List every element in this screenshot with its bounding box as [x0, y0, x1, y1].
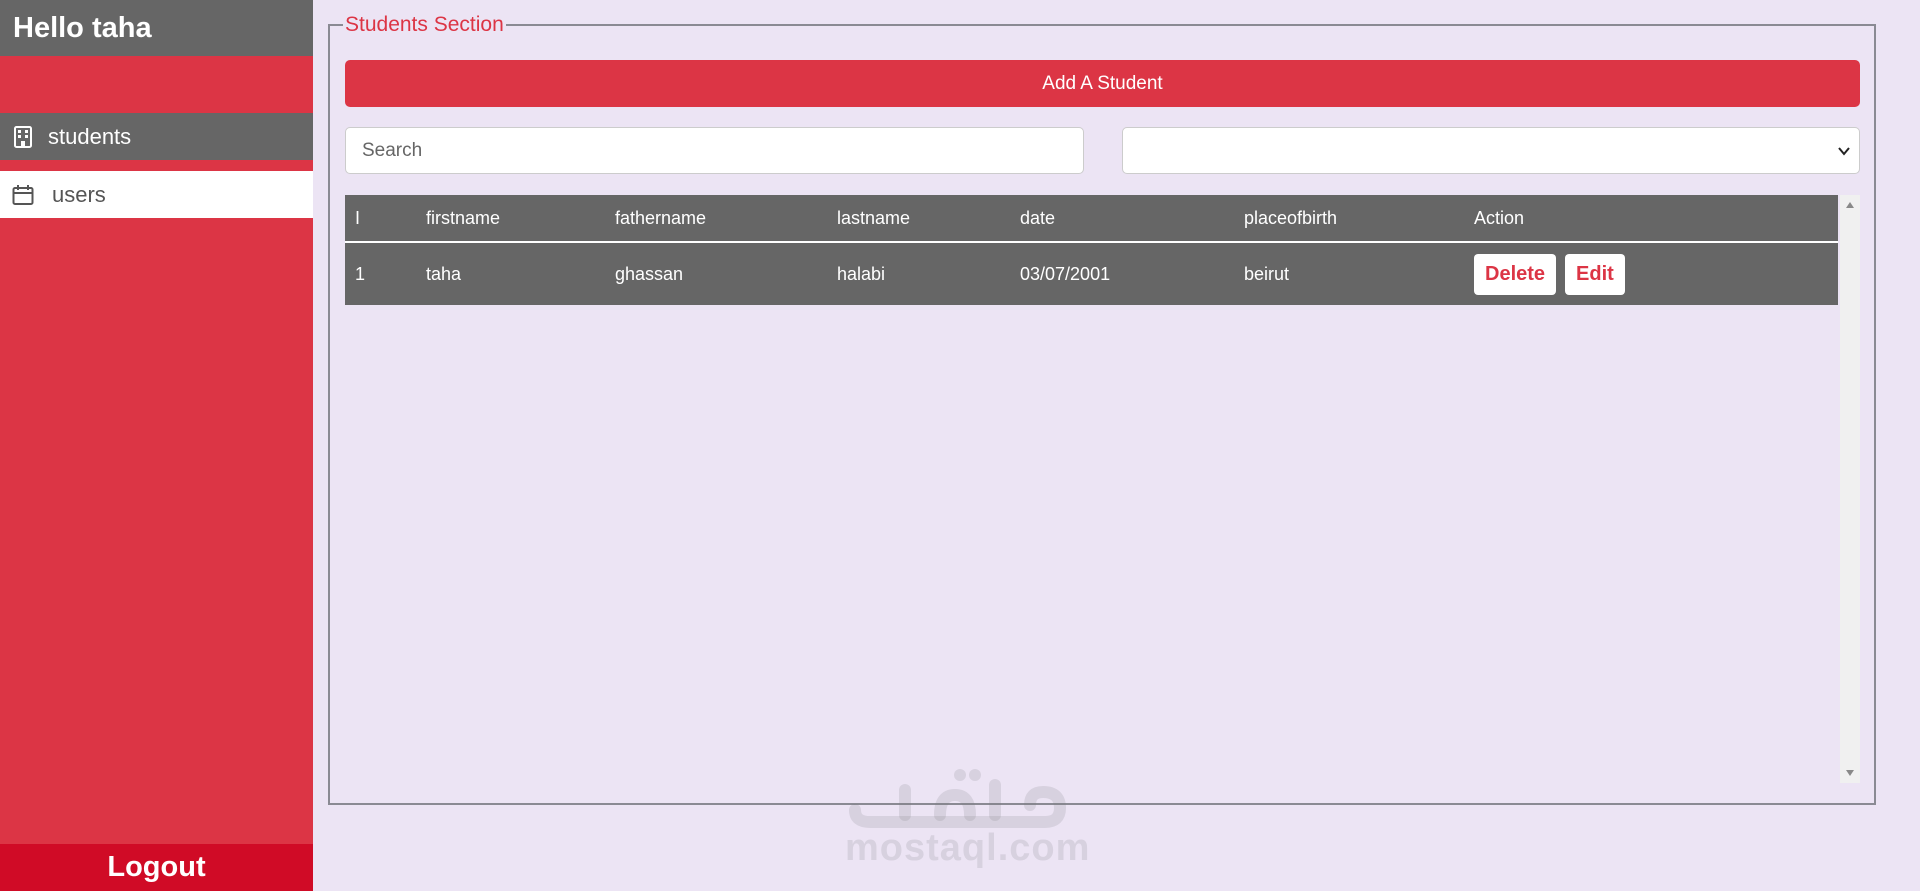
- scroll-up-arrow-icon[interactable]: [1844, 200, 1856, 210]
- section-title: Students Section: [343, 13, 506, 37]
- column-header-date: date: [1020, 207, 1056, 228]
- greeting-title: Hello taha: [0, 0, 313, 56]
- search-input[interactable]: [345, 127, 1084, 174]
- edit-button[interactable]: Edit: [1565, 253, 1625, 295]
- table-header-row: I firstname fathername lastname date pla…: [345, 195, 1838, 242]
- cell-date: 03/07/2001: [1020, 263, 1111, 284]
- students-table-container: I firstname fathername lastname date pla…: [345, 195, 1860, 783]
- column-header-action: Action: [1474, 207, 1525, 228]
- table-scrollbar[interactable]: [1840, 195, 1860, 783]
- cell-fathername: ghassan: [615, 263, 684, 284]
- cell-lastname: halabi: [837, 263, 886, 284]
- cell-action: Delete Edit: [1464, 242, 1838, 305]
- cell-firstname: taha: [426, 263, 462, 284]
- sidebar: Hello taha students users Logout: [0, 0, 313, 891]
- column-header-lastname: lastname: [837, 207, 911, 228]
- table-row: 1 taha ghassan halabi 03/07/2001 beirut …: [345, 242, 1838, 305]
- cell-placeofbirth: beirut: [1244, 263, 1290, 284]
- students-section: Students Section Add A Student I firstna…: [328, 13, 1876, 805]
- column-header-fathername: fathername: [615, 207, 707, 228]
- watermark-text: mostaql.com: [845, 827, 1091, 869]
- students-table: I firstname fathername lastname date pla…: [345, 195, 1838, 305]
- chevron-down-icon: [1838, 147, 1850, 156]
- sidebar-item-label: users: [52, 181, 106, 207]
- column-header-placeofbirth: placeofbirth: [1244, 207, 1338, 228]
- column-header-firstname: firstname: [426, 207, 501, 228]
- building-icon: [11, 125, 35, 149]
- sidebar-item-users[interactable]: users: [0, 171, 313, 218]
- filter-select[interactable]: [1122, 127, 1860, 174]
- logout-button[interactable]: Logout: [0, 844, 313, 891]
- add-student-button[interactable]: Add A Student: [345, 60, 1860, 107]
- cell-id: 1: [355, 263, 366, 284]
- sidebar-item-students[interactable]: students: [0, 113, 313, 160]
- calendar-icon: [11, 183, 35, 207]
- sidebar-item-label: students: [48, 123, 132, 149]
- scroll-down-arrow-icon[interactable]: [1844, 768, 1856, 778]
- delete-button[interactable]: Delete: [1474, 253, 1557, 295]
- column-header-id: I: [355, 207, 361, 228]
